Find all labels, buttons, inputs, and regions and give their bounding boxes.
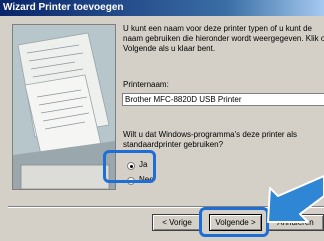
- add-printer-wizard-window: Wizard Printer toevoegen U kunt een naam…: [0, 0, 324, 241]
- pointer-arrow-icon: [267, 175, 324, 223]
